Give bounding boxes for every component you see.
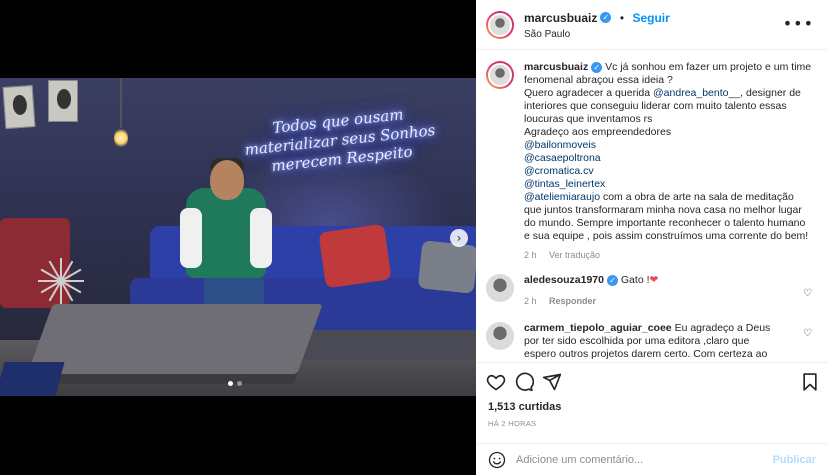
separator-dot: • <box>619 11 625 25</box>
next-arrow-icon[interactable]: › <box>450 229 468 247</box>
person-head <box>210 160 244 200</box>
pendant-lamp-cord <box>120 78 122 128</box>
post-header: marcusbuaiz ✓ • Seguir São Paulo ••• <box>476 0 828 50</box>
like-comment-heart-icon[interactable]: ♡ <box>803 288 812 299</box>
mention-link[interactable]: @casaepoltrona <box>524 152 601 164</box>
wall-poster <box>2 85 36 129</box>
caption-time: 2 h <box>524 250 537 260</box>
book <box>0 362 65 396</box>
mention-link[interactable]: @andrea_bento__ <box>653 87 740 99</box>
publish-button[interactable]: Publicar <box>773 454 816 466</box>
person-sleeve <box>250 208 272 268</box>
verified-badge-icon: ✓ <box>600 12 612 24</box>
caption: marcusbuaiz ✓ Vc já sonhou em fazer um pr… <box>486 61 816 262</box>
add-comment-bar: Publicar <box>476 443 828 475</box>
avatar[interactable] <box>486 61 514 89</box>
avatar[interactable] <box>486 322 514 350</box>
metal-sculpture <box>38 258 84 304</box>
coffee-table <box>27 304 323 374</box>
post-timestamp: HÁ 2 HORAS <box>488 419 537 428</box>
post-photo: Todos que ousam materializar seus Sonhos… <box>0 78 476 396</box>
avatar[interactable] <box>486 10 514 39</box>
caption-line: Agradeço aos empreendedores <box>524 126 672 138</box>
reply-button[interactable]: Responder <box>549 296 596 306</box>
gray-pillow <box>417 240 476 294</box>
pendant-lamp-bulb <box>114 128 128 148</box>
verified-badge-icon: ✓ <box>591 61 603 73</box>
avatar[interactable] <box>486 274 514 302</box>
red-pillow <box>318 223 392 289</box>
comment: aledesouza1970 ✓ Gato !❤ 2 h Responder ♡ <box>486 274 816 308</box>
mention-link[interactable]: @bailonmoveis <box>524 139 596 151</box>
location-link[interactable]: São Paulo <box>524 29 670 40</box>
more-options-icon[interactable]: ••• <box>783 14 814 33</box>
translate-button[interactable]: Ver tradução <box>549 250 600 260</box>
verified-badge-icon: ✓ <box>606 274 618 286</box>
follow-button[interactable]: Seguir <box>632 11 669 25</box>
carousel-dots <box>228 381 242 386</box>
person-sleeve <box>180 208 202 268</box>
wall-poster <box>48 80 78 122</box>
emoji-icon[interactable] <box>488 451 506 469</box>
heart-emoji: ❤ <box>649 274 659 286</box>
comment-bubble-icon[interactable] <box>514 372 534 392</box>
comment-input[interactable] <box>516 453 773 466</box>
header-username[interactable]: marcusbuaiz <box>524 11 597 25</box>
mention-link[interactable]: @cromatica.cv <box>524 165 594 177</box>
comment-time: 2 h <box>524 296 537 306</box>
post-media[interactable]: Todos que ousam materializar seus Sonhos… <box>0 0 476 475</box>
like-heart-icon[interactable] <box>486 372 506 392</box>
action-bar <box>476 362 828 400</box>
mention-link[interactable]: @tintas_leinertex <box>524 178 605 190</box>
share-send-icon[interactable] <box>542 372 562 392</box>
likes-count[interactable]: 1,513 curtidas <box>488 401 561 413</box>
carousel-dot <box>237 381 242 386</box>
like-comment-heart-icon[interactable]: ♡ <box>803 328 812 339</box>
comment: carmem_tiepolo_aguiar_coee Eu agradeço a… <box>486 322 816 361</box>
comment-username[interactable]: aledesouza1970 <box>524 274 604 286</box>
caption-username[interactable]: marcusbuaiz <box>524 61 588 73</box>
post-sidebar: marcusbuaiz ✓ • Seguir São Paulo ••• marc… <box>476 0 828 475</box>
caption-line: Quero agradecer a querida <box>524 87 651 99</box>
carousel-dot-active <box>228 381 233 386</box>
comment-text: Gato ! <box>620 274 650 286</box>
comments-list[interactable]: marcusbuaiz ✓ Vc já sonhou em fazer um pr… <box>476 51 828 361</box>
save-bookmark-icon[interactable] <box>800 372 820 392</box>
comment-username[interactable]: carmem_tiepolo_aguiar_coee <box>524 322 672 334</box>
mention-link[interactable]: @ateliemiaraujo <box>524 191 600 203</box>
